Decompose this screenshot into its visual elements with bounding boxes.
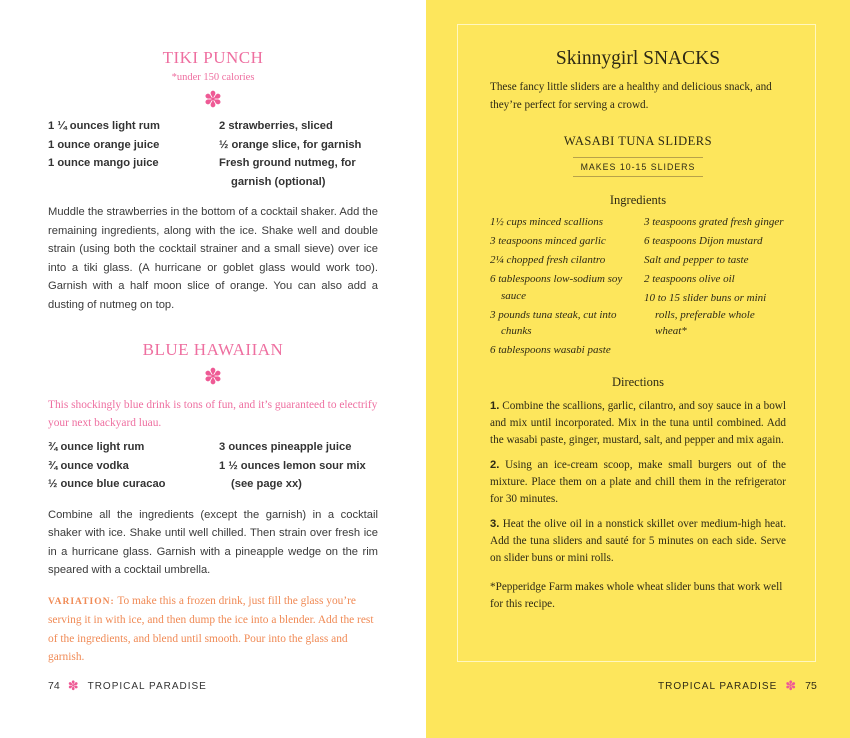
ingredients-column-right: 2 strawberries, sliced ½ orange slice, f… <box>213 117 378 191</box>
step-number: 2. <box>490 459 500 471</box>
ingredient: 6 tablespoons low-sodium soy sauce <box>490 273 623 302</box>
ingredient: 1½ cups minced scallions <box>490 216 604 228</box>
ingredient: 1 ounce mango juice <box>48 157 159 169</box>
ingredient: ½ orange slice, for garnish <box>219 138 362 151</box>
ingredient: ¾ ounce vodka <box>48 459 129 472</box>
direction-step: 1. Combine the scallions, garlic, cilant… <box>490 398 786 449</box>
ingredient: 1 ¼ ounces light rum <box>48 120 160 132</box>
ingredient: Fresh ground nutmeg, for garnish (option… <box>219 157 356 188</box>
book-spread: TIKI PUNCH *under 150 calories ✽ 1 ¼ oun… <box>0 0 850 738</box>
page-number: 74 <box>48 680 60 692</box>
ingredient: ½ ounce blue curacao <box>48 478 166 490</box>
footnote: *Pepperidge Farm makes whole wheat slide… <box>490 581 783 610</box>
directions-heading: Directions <box>611 375 665 389</box>
tiki-punch-subtitle: *under 150 calories <box>171 72 255 83</box>
left-page-footer: 74 ✽ TROPICAL PARADISE <box>48 678 207 694</box>
ingredient: 1 ½ ounces lemon sour mix (see page xx) <box>219 459 366 491</box>
ingredients-column-right: 3 teaspoons grated fresh ginger 6 teaspo… <box>638 214 786 361</box>
blue-hawaiian-ingredients: ¾ ounce light rum ¾ ounce vodka ½ ounce … <box>48 438 378 494</box>
flower-icon: ✽ <box>203 364 223 389</box>
running-head: TROPICAL PARADISE <box>658 680 778 692</box>
section-intro: These fancy little sliders are a healthy… <box>490 81 772 111</box>
ingredient: 1 ounce orange juice <box>48 138 160 151</box>
flower-icon: ✽ <box>67 678 80 693</box>
ingredients-heading: Ingredients <box>609 193 667 207</box>
right-page-content: Skinnygirl SNACKS These fancy little sli… <box>490 48 786 613</box>
step-text: Heat the olive oil in a nonstick skillet… <box>490 518 786 564</box>
ingredient: 2¼ chopped fresh cilantro <box>490 254 606 266</box>
ingredients-column-left: 1 ¼ ounces light rum 1 ounce orange juic… <box>48 117 213 191</box>
ingredient: 6 teaspoons Dijon mustard <box>644 235 763 247</box>
right-page-footer: TROPICAL PARADISE ✽ 75 <box>658 678 817 694</box>
page-number: 75 <box>805 680 817 692</box>
ingredient: 10 to 15 slider buns or mini rolls, pref… <box>644 292 767 337</box>
yield-badge: MAKES 10-15 SLIDERS <box>572 157 704 177</box>
ingredients-column-right: 3 ounces pineapple juice 1 ½ ounces lemo… <box>213 438 378 494</box>
ingredient: Salt and pepper to taste <box>644 254 749 266</box>
direction-step: 2. Using an ice-cream scoop, make small … <box>490 457 786 508</box>
ingredient: 3 pounds tuna steak, cut into chunks <box>490 308 617 338</box>
ingredients-column-left: 1½ cups minced scallions 3 teaspoons min… <box>490 214 638 361</box>
direction-step: 3. Heat the olive oil in a nonstick skil… <box>490 516 786 567</box>
ingredient: 3 ounces pineapple juice <box>219 441 352 453</box>
ingredients-column-left: ¾ ounce light rum ¾ ounce vodka ½ ounce … <box>48 438 213 494</box>
step-number: 1. <box>490 400 500 412</box>
step-text: Combine the scallions, garlic, cilantro,… <box>490 400 786 446</box>
blue-hawaiian-directions: Combine all the ingredients (except the … <box>48 508 378 577</box>
recipe-ingredients: 1½ cups minced scallions 3 teaspoons min… <box>490 214 786 361</box>
yield-wrapper: MAKES 10-15 SLIDERS <box>490 157 786 177</box>
tiki-punch-title: TIKI PUNCH <box>162 48 264 67</box>
blue-hawaiian-variation: VARIATION: To make this a frozen drink, … <box>48 592 378 667</box>
right-page: Skinnygirl SNACKS These fancy little sli… <box>426 0 850 738</box>
section-title: Skinnygirl SNACKS <box>555 48 721 69</box>
step-number: 3. <box>490 518 500 530</box>
flower-icon: ✽ <box>785 678 798 693</box>
blue-hawaiian-title: BLUE HAWAIIAN <box>142 340 284 359</box>
running-head: TROPICAL PARADISE <box>87 680 207 692</box>
flower-icon: ✽ <box>203 87 223 112</box>
ingredient: 3 teaspoons minced garlic <box>490 235 606 247</box>
tiki-punch-ingredients: 1 ¼ ounces light rum 1 ounce orange juic… <box>48 117 378 191</box>
ingredient: 6 tablespoons wasabi paste <box>490 344 611 356</box>
ingredient: 2 teaspoons olive oil <box>644 273 735 285</box>
tiki-punch-directions: Muddle the strawberries in the bottom of… <box>48 206 378 311</box>
variation-label: VARIATION: <box>48 596 115 607</box>
left-page: TIKI PUNCH *under 150 calories ✽ 1 ¼ oun… <box>0 0 426 738</box>
ingredient: 2 strawberries, sliced <box>219 120 333 132</box>
blue-hawaiian-intro: This shockingly blue drink is tons of fu… <box>48 399 378 429</box>
recipe-title: WASABI TUNA SLIDERS <box>563 134 713 148</box>
left-page-content: TIKI PUNCH *under 150 calories ✽ 1 ¼ oun… <box>48 48 378 667</box>
ingredient: ¾ ounce light rum <box>48 441 145 453</box>
step-text: Using an ice-cream scoop, make small bur… <box>490 459 786 505</box>
ingredient: 3 teaspoons grated fresh ginger <box>644 216 784 228</box>
